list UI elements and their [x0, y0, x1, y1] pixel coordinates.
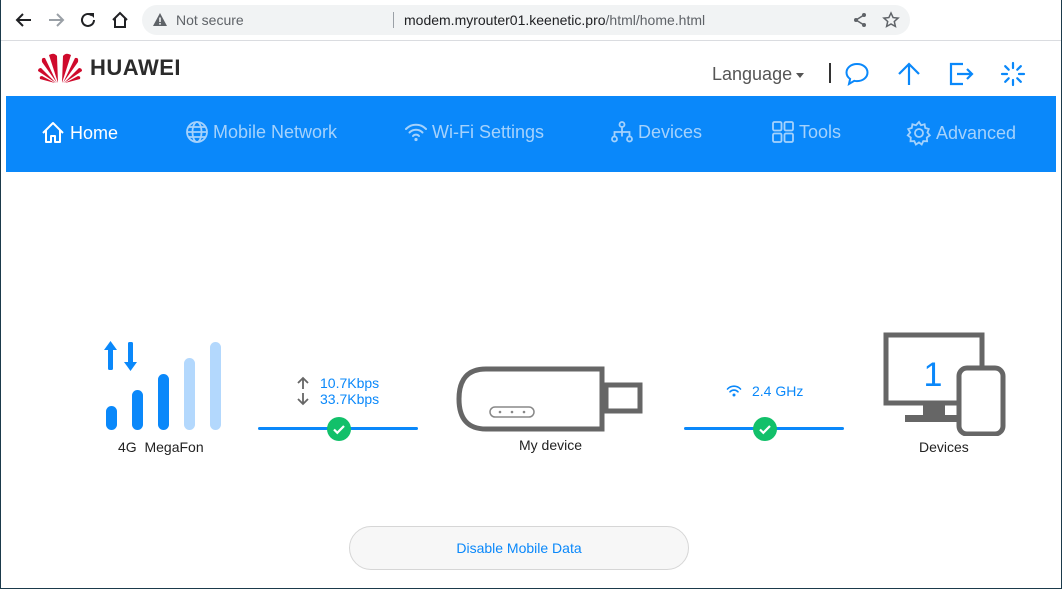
- reload-icon: [81, 12, 95, 27]
- nav-devices[interactable]: Devices: [610, 120, 702, 144]
- tools-grid-icon: [772, 121, 794, 143]
- data-transfer-arrows-icon: [104, 341, 137, 371]
- huawei-logo[interactable]: HUAWEI: [38, 52, 181, 84]
- update-icon[interactable]: [896, 61, 922, 87]
- download-row: 33.7Kbps: [296, 391, 379, 407]
- network-label: 4G MegaFon: [118, 439, 204, 455]
- devices-count: 1: [923, 356, 943, 394]
- home-browser-button[interactable]: [108, 8, 132, 32]
- gear-icon: [906, 120, 932, 146]
- nav-mobile-network[interactable]: Mobile Network: [185, 120, 337, 144]
- language-label: Language: [712, 64, 793, 84]
- download-speed: 33.7Kbps: [320, 391, 380, 407]
- nav-wifi-settings[interactable]: Wi-Fi Settings: [404, 120, 544, 144]
- nav-wifi-settings-label: Wi-Fi Settings: [432, 121, 545, 142]
- url-host: modem.myrouter01.keenetic.pro: [404, 12, 606, 28]
- devices-tree-icon: [611, 121, 633, 143]
- connected-devices[interactable]: 1: [883, 332, 1007, 436]
- nav-home-label: Home: [70, 122, 119, 143]
- loading-icon[interactable]: [1000, 61, 1026, 87]
- reload-button[interactable]: [76, 8, 100, 32]
- nav-tools-label: Tools: [799, 121, 842, 142]
- share-icon[interactable]: [852, 12, 868, 28]
- nav-advanced[interactable]: Advanced: [906, 120, 1016, 146]
- check-icon: [333, 425, 345, 435]
- logout-icon[interactable]: [948, 61, 974, 87]
- url-text[interactable]: modem.myrouter01.keenetic.pro/html/home.…: [404, 12, 705, 28]
- wifi-band: 2.4 GHz: [752, 383, 804, 399]
- back-button[interactable]: [12, 8, 36, 32]
- mobile-connected-check: [327, 417, 351, 441]
- wifi-connected-check: [753, 417, 777, 441]
- bookmark-star-icon[interactable]: [882, 11, 900, 29]
- signal-bar-2: [132, 390, 143, 430]
- huawei-flower-icon: [38, 53, 82, 83]
- brand-name: HUAWEI: [90, 55, 181, 80]
- disable-mobile-data-button[interactable]: Disable Mobile Data: [349, 526, 689, 570]
- speed-readout: 10.7Kbps 33.7Kbps: [296, 375, 379, 407]
- window-border: [0, 0, 1062, 589]
- url-path: /html/home.html: [605, 12, 706, 28]
- signal-strength-indicator: [104, 341, 221, 430]
- browser-toolbar: Not secure modem.myrouter01.keenetic.pro…: [0, 0, 1062, 41]
- not-secure-label[interactable]: Not secure: [176, 12, 244, 28]
- home-outline-icon: [112, 11, 128, 28]
- globe-icon: [186, 121, 208, 143]
- signal-bars: [106, 342, 221, 430]
- nav-mobile-network-label: Mobile Network: [213, 121, 338, 142]
- arrow-down-icon: [297, 393, 309, 406]
- signal-bar-1: [106, 406, 117, 430]
- forward-button[interactable]: [44, 8, 68, 32]
- header-divider: [829, 63, 831, 83]
- wifi-small-icon: [726, 385, 742, 397]
- check-icon: [759, 425, 771, 435]
- nav-devices-label: Devices: [638, 121, 703, 142]
- wifi-band-readout: 2.4 GHz: [726, 383, 803, 399]
- signal-bar-4: [184, 358, 195, 430]
- arrow-up-icon: [297, 376, 309, 389]
- arrow-left-icon: [15, 13, 31, 27]
- caret-down-icon: [796, 72, 805, 78]
- upload-speed: 10.7Kbps: [320, 375, 380, 391]
- main-navigation: Home Mobile Network Wi-Fi Settings Devic…: [6, 96, 1056, 172]
- signal-bar-5: [210, 342, 221, 430]
- nav-tools[interactable]: Tools: [771, 120, 841, 144]
- wifi-band-row: 2.4 GHz: [726, 383, 803, 399]
- signal-bar-3: [158, 374, 169, 430]
- address-bar[interactable]: Not secure modem.myrouter01.keenetic.pro…: [142, 5, 910, 35]
- omnibox-separator: [393, 12, 394, 28]
- wifi-icon: [405, 123, 427, 142]
- home-icon: [42, 122, 64, 143]
- nav-home[interactable]: Home: [40, 120, 118, 146]
- network-type: 4G: [118, 439, 137, 455]
- warning-icon: [153, 13, 167, 26]
- arrow-right-icon: [49, 13, 65, 27]
- nav-advanced-label: Advanced: [936, 122, 1017, 143]
- upload-row: 10.7Kbps: [296, 375, 379, 391]
- usb-modem-icon: [456, 366, 643, 432]
- operator-name: MegaFon: [144, 439, 204, 455]
- device-label: My device: [519, 437, 583, 453]
- message-icon[interactable]: [844, 61, 870, 87]
- devices-label: Devices: [919, 439, 969, 455]
- language-selector[interactable]: Language: [712, 64, 805, 85]
